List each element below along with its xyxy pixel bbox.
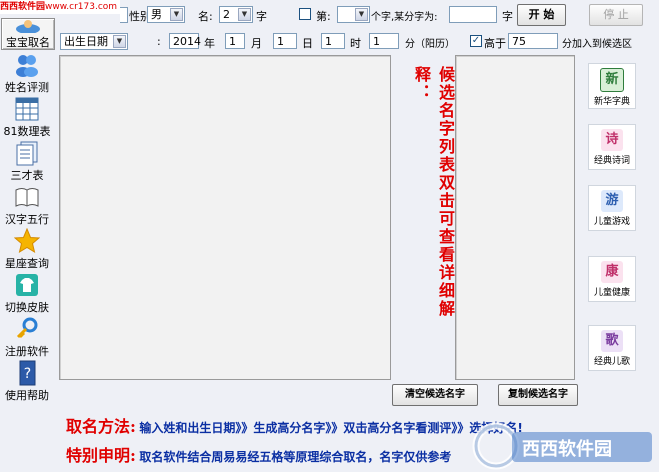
score-input[interactable]: 75: [508, 33, 558, 49]
tool-label: 新华字典: [593, 97, 630, 107]
hour-input[interactable]: 1: [321, 33, 345, 49]
sidebar-item-label: 使用帮助: [5, 389, 49, 402]
sidebar-item-label: 汉字五行: [5, 213, 49, 226]
table-grid-icon: [14, 96, 40, 122]
sidebar-item-constellation[interactable]: 星座查询: [1, 228, 53, 271]
song-icon: 歌: [601, 330, 623, 352]
fix-position-label: 第:: [316, 10, 331, 23]
chevron-down-icon: ▼: [170, 8, 183, 21]
clear-candidates-button[interactable]: 清空候选名字: [392, 384, 478, 406]
sidebar-item-label: 切换皮肤: [5, 301, 49, 314]
chevron-down-icon: ▼: [238, 8, 251, 21]
above-score-checkbox[interactable]: ✓: [470, 35, 482, 47]
names-list[interactable]: [59, 55, 391, 380]
start-button[interactable]: 开 始: [517, 4, 566, 26]
watermark-site-name: 西西软件园: [0, 2, 46, 12]
fix-char-checkbox[interactable]: [299, 8, 311, 20]
footer-method: 取名方法: 输入姓和出生日期》》生成高分名字》》双击高分名字看测评》》选择好名!: [66, 413, 523, 437]
name-length-label: 名:: [198, 10, 213, 23]
health-icon: 康: [601, 261, 623, 283]
gender-value: 男: [151, 8, 162, 21]
stop-button[interactable]: 停 止: [589, 4, 643, 26]
tool-health[interactable]: 康 儿童健康: [588, 256, 636, 302]
watermark-url: www.cr173.com: [45, 2, 118, 12]
day-input[interactable]: 1: [273, 33, 297, 49]
sidebar-item-label: 星座查询: [5, 257, 49, 270]
birth-date-select-value: 出生日期: [64, 35, 108, 48]
sidebar-item-label: 三才表: [10, 169, 44, 182]
hour-label: 时: [350, 37, 361, 50]
chevron-down-icon: ▼: [355, 8, 368, 21]
minute-input[interactable]: 1: [369, 33, 399, 49]
tool-songs[interactable]: 歌 经典儿歌: [588, 325, 636, 371]
sidebar-item-three-talents[interactable]: 三才表: [1, 140, 53, 183]
char-label: 字: [256, 10, 267, 23]
watermark-logo: 西西软件园: [472, 420, 659, 472]
gender-select[interactable]: 男 ▼: [147, 6, 185, 23]
watermark-banner: 西西软件园www.cr173.com: [0, 0, 120, 14]
book-icon: [14, 184, 40, 210]
year-label: 年: [204, 37, 215, 50]
name-length-value: 2: [223, 8, 230, 21]
sidebar-item-baby-naming[interactable]: 宝宝取名: [1, 18, 55, 50]
fix-position-select[interactable]: ▼: [337, 6, 370, 23]
tool-label: 儿童游戏: [593, 217, 630, 227]
tool-games[interactable]: 游 儿童游戏: [588, 185, 636, 231]
notice-text: 取名软件结合周易易经五格等原理综合取名，名字仅供参考: [139, 450, 452, 464]
notice-label: 特别申明:: [66, 446, 136, 465]
method-label: 取名方法:: [66, 417, 136, 436]
name-length-select[interactable]: 2 ▼: [219, 6, 253, 23]
people-icon: [14, 52, 40, 78]
poetry-icon: 诗: [601, 129, 623, 151]
score-suffix-label: 分加入到候选区: [562, 39, 632, 50]
sidebar: 宝宝取名 姓名评测 81数理表 三才表 汉字五行 星座查询 切换皮肤 注册软件 …: [0, 18, 55, 402]
svg-text:?: ?: [24, 366, 31, 382]
sidebar-item-name-test[interactable]: 姓名评测: [1, 52, 53, 95]
tool-label: 儿童健康: [593, 288, 630, 298]
tool-dictionary[interactable]: 新 新华字典: [588, 63, 636, 109]
method-text: 输入姓和出生日期》》生成高分名字》》双击高分名字看测评》》选择好名!: [139, 421, 523, 435]
dictionary-icon: 新: [600, 68, 624, 92]
colon-label: :: [157, 35, 161, 48]
fix-char-input[interactable]: [449, 6, 497, 23]
month-input[interactable]: 1: [225, 33, 245, 49]
game-icon: 游: [601, 190, 623, 212]
above-score-label: 高于: [484, 37, 506, 50]
footer-notice: 特别申明: 取名软件结合周易易经五格等原理综合取名，名字仅供参考: [66, 442, 451, 466]
month-label: 月: [251, 37, 262, 50]
sidebar-item-label: 宝宝取名: [6, 36, 50, 49]
watermark-logo-text: 西西软件园: [522, 439, 612, 460]
sidebar-item-label: 注册软件: [5, 345, 49, 358]
sidebar-item-help[interactable]: ? 使用帮助: [1, 360, 53, 403]
sidebar-item-81-table[interactable]: 81数理表: [1, 96, 53, 139]
year-input[interactable]: 2014: [169, 33, 201, 49]
chevron-down-icon: ▼: [113, 35, 126, 48]
fix-char-text-label: 个字,某分字为:: [371, 12, 438, 23]
sidebar-item-label: 姓名评测: [5, 81, 49, 94]
sidebar-item-label: 81数理表: [3, 125, 51, 138]
copy-candidates-button[interactable]: 复制候选名字: [498, 384, 578, 406]
minute-label: 分（阳历）: [405, 39, 455, 50]
tool-poetry[interactable]: 诗 经典诗词: [588, 124, 636, 170]
candidate-hint: 候选名字列表双击可查看详细解释：: [412, 66, 455, 318]
surname-input[interactable]: [120, 7, 128, 23]
tool-label: 经典诗词: [593, 156, 630, 166]
tool-label: 经典儿歌: [593, 357, 630, 367]
baby-icon: [13, 19, 43, 33]
candidates-list[interactable]: [455, 55, 575, 380]
star-icon: [14, 228, 40, 254]
documents-icon: [14, 140, 40, 166]
fix-char-suffix: 字: [502, 10, 513, 23]
sidebar-item-register[interactable]: 注册软件: [1, 316, 53, 359]
birth-date-select[interactable]: 出生日期 ▼: [60, 33, 128, 50]
help-book-icon: ?: [14, 360, 40, 386]
shirt-icon: [14, 272, 40, 298]
day-label: 日: [302, 37, 313, 50]
sidebar-item-five-elements[interactable]: 汉字五行: [1, 184, 53, 227]
sidebar-item-switch-skin[interactable]: 切换皮肤: [1, 272, 53, 315]
key-icon: [14, 316, 40, 342]
